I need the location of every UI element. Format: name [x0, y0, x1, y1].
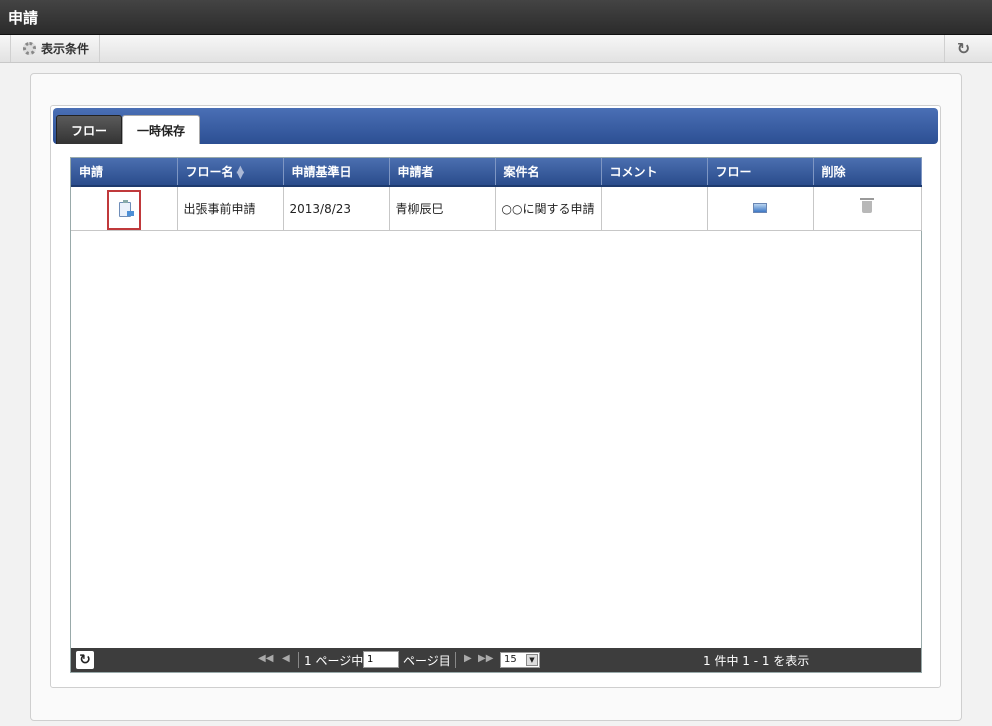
page-prefix-label: 1 ページ中 [304, 654, 364, 668]
temporary-save-grid: 申請 フロー名 ▲ ▼ 申請基準日 申請者 案件名 コメント フロー 削除 出張事前… [70, 157, 922, 673]
display-conditions-button[interactable]: 表示条件 [10, 35, 101, 62]
column-header-matter-name: 案件名 [495, 158, 602, 187]
applicant-cell: 青柳辰巳 [389, 186, 496, 231]
flow-name-cell: 出張事前申請 [177, 186, 284, 231]
window-title: 申請 [8, 9, 39, 27]
matter-name-cell: ○○に関する申請 [495, 186, 602, 231]
gear-icon [23, 42, 36, 55]
record-count-label: 1 件中 1 - 1 を表示 [703, 654, 810, 668]
table-row: 出張事前申請 2013/8/23 青柳辰巳 ○○に関する申請 [71, 186, 922, 231]
pager-refresh-icon[interactable]: ↻ [76, 651, 94, 669]
page-size-select[interactable]: 15 ▼ [500, 652, 540, 668]
page-size-value: 15 [504, 654, 517, 665]
delete-cell [813, 186, 922, 231]
document-icon[interactable] [118, 200, 134, 217]
tab-flow[interactable]: フロー [56, 115, 123, 144]
apply-highlight-box[interactable] [106, 190, 141, 230]
column-header-flow-name[interactable]: フロー名 ▲ ▼ [177, 158, 284, 187]
application-table: 申請 フロー名 ▲ ▼ 申請基準日 申請者 案件名 コメント フロー 削除 出張事前… [71, 158, 922, 231]
pager: ↻ ◀◀ ◀ 1 ページ中 ページ目 ▶ ▶▶ 15 ▼ 1 件中 1 - 1 … [71, 648, 921, 672]
next-page-icon[interactable]: ▶ [464, 653, 472, 664]
page-suffix-label: ページ目 [403, 654, 451, 668]
refresh-icon[interactable]: ↻ [944, 35, 982, 62]
comment-cell [601, 186, 708, 231]
tab-temporary-save[interactable]: 一時保存 [122, 115, 201, 144]
trash-icon[interactable] [860, 198, 874, 213]
column-header-comment: コメント [601, 158, 708, 187]
column-header-base-date: 申請基準日 [283, 158, 390, 187]
table-header-row: 申請 フロー名 ▲ ▼ 申請基準日 申請者 案件名 コメント フロー 削除 [71, 158, 922, 187]
display-conditions-label: 表示条件 [41, 42, 90, 56]
column-header-applicant: 申請者 [389, 158, 496, 187]
column-header-apply: 申請 [71, 158, 178, 187]
pager-separator [298, 652, 299, 668]
page-number-input[interactable] [363, 651, 399, 668]
prev-page-icon[interactable]: ◀ [282, 653, 290, 664]
column-header-flow-name-label: フロー名 [185, 165, 234, 179]
toolbar: 表示条件 ↻ [0, 35, 992, 63]
chevron-down-icon: ▼ [526, 654, 538, 666]
pager-separator [455, 652, 456, 668]
window-titlebar: 申請 [0, 0, 992, 35]
column-header-delete: 削除 [813, 158, 922, 187]
sort-icon[interactable]: ▲ ▼ [237, 164, 245, 180]
apply-cell [71, 186, 178, 231]
tab-bar: フロー 一時保存 [53, 108, 938, 144]
image-icon[interactable] [753, 202, 767, 213]
last-page-icon[interactable]: ▶▶ [478, 653, 493, 664]
flow-cell [707, 186, 814, 231]
first-page-icon[interactable]: ◀◀ [258, 653, 273, 664]
column-header-flow: フロー [707, 158, 814, 187]
base-date-cell: 2013/8/23 [283, 186, 390, 231]
